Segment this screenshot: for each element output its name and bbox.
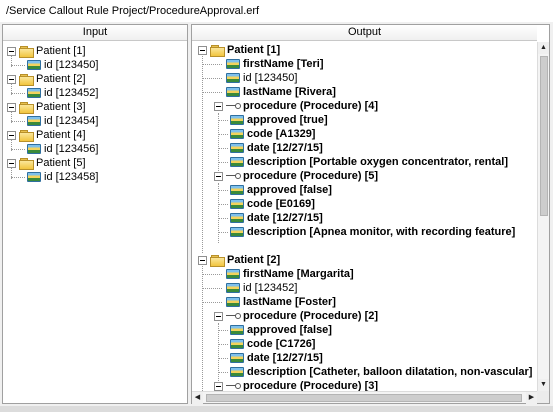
scroll-up-icon[interactable]: ▲ [538, 42, 549, 54]
output-field-row[interactable]: id [123450] [226, 71, 297, 85]
input-field-row[interactable]: id [123454] [27, 114, 98, 128]
scroll-corner [537, 391, 549, 403]
field-icon [230, 213, 244, 223]
output-field-row[interactable]: id [123452] [226, 281, 297, 295]
minus-icon[interactable] [7, 46, 16, 56]
field-icon [230, 227, 244, 237]
minus-icon[interactable] [7, 130, 16, 140]
input-column-header[interactable]: Input [3, 25, 187, 41]
scroll-down-icon[interactable]: ▼ [538, 379, 549, 391]
input-field-row[interactable]: id [123458] [27, 170, 98, 184]
field-icon [230, 325, 244, 335]
input-patient-row[interactable]: Patient [1] [7, 44, 86, 58]
scroll-left-icon[interactable]: ◀ [192, 392, 203, 404]
field-icon [230, 115, 244, 125]
input-patient-row[interactable]: Patient [3] [7, 100, 86, 114]
folder-icon [19, 73, 34, 86]
minus-icon[interactable] [214, 381, 223, 391]
tree-node-icon [226, 171, 241, 181]
output-field-row[interactable]: code [E0169] [230, 197, 315, 211]
input-field-row[interactable]: id [123452] [27, 86, 98, 100]
bottom-edge [0, 406, 553, 412]
horizontal-scroll-thumb[interactable] [206, 394, 522, 402]
output-procedure-row[interactable]: procedure (Procedure) [5] [214, 169, 378, 183]
field-icon [27, 88, 41, 98]
output-procedure-row[interactable]: procedure (Procedure) [2] [214, 309, 378, 323]
field-icon [226, 59, 240, 69]
folder-icon [210, 44, 225, 57]
output-field-row[interactable]: approved [false] [230, 183, 332, 197]
field-icon [230, 367, 244, 377]
vertical-scroll-thumb[interactable] [540, 56, 548, 216]
output-field-row[interactable]: date [12/27/15] [230, 211, 323, 225]
folder-icon [19, 101, 34, 114]
folder-icon [19, 157, 34, 170]
field-icon [226, 269, 240, 279]
minus-icon[interactable] [214, 171, 223, 181]
minus-icon[interactable] [198, 255, 207, 265]
output-patient-row[interactable]: Patient [2] [198, 253, 280, 267]
tree-node-icon [226, 381, 241, 391]
field-icon [27, 144, 41, 154]
input-field-row[interactable]: id [123450] [27, 58, 98, 72]
field-icon [226, 283, 240, 293]
output-field-row[interactable]: code [C1726] [230, 337, 315, 351]
output-field-row[interactable]: firstName [Teri] [226, 57, 323, 71]
output-field-row[interactable]: approved [false] [230, 323, 332, 337]
field-icon [226, 73, 240, 83]
field-icon [27, 172, 41, 182]
output-field-row[interactable]: lastName [Foster] [226, 295, 336, 309]
field-icon [230, 143, 244, 153]
output-column-header[interactable]: Output [192, 25, 537, 41]
minus-icon[interactable] [198, 45, 207, 55]
field-icon [226, 87, 240, 97]
output-patient-row[interactable]: Patient [1] [198, 43, 280, 57]
field-icon [230, 157, 244, 167]
minus-icon[interactable] [214, 311, 223, 321]
output-field-row[interactable]: lastName [Rivera] [226, 85, 336, 99]
output-field-row[interactable]: code [A1329] [230, 127, 315, 141]
minus-icon[interactable] [7, 158, 16, 168]
field-icon [230, 353, 244, 363]
horizontal-scrollbar[interactable]: ◀ ▶ [192, 391, 549, 404]
output-field-row[interactable]: description [Apnea monitor, with recordi… [230, 225, 515, 239]
folder-icon [210, 254, 225, 267]
field-icon [230, 339, 244, 349]
minus-icon[interactable] [7, 74, 16, 84]
vertical-scrollbar[interactable]: ▲ ▼ [537, 42, 549, 391]
output-field-row[interactable]: approved [true] [230, 113, 328, 127]
field-icon [27, 60, 41, 70]
input-patient-row[interactable]: Patient [4] [7, 128, 86, 142]
input-panel: Input Patient [1] id [123450] Patient [2… [2, 24, 188, 404]
field-icon [226, 297, 240, 307]
input-patient-row[interactable]: Patient [5] [7, 156, 86, 170]
output-field-row[interactable]: description [Catheter, balloon dilatatio… [230, 365, 532, 379]
file-path: /Service Callout Rule Project/ProcedureA… [0, 0, 553, 22]
output-panel: Output Patient [1] firstName [Teri] id [… [191, 24, 550, 404]
minus-icon[interactable] [7, 102, 16, 112]
scroll-right-icon[interactable]: ▶ [526, 392, 537, 404]
field-icon [230, 199, 244, 209]
field-icon [230, 185, 244, 195]
input-patient-row[interactable]: Patient [2] [7, 72, 86, 86]
folder-icon [19, 129, 34, 142]
field-icon [27, 116, 41, 126]
output-field-row[interactable]: date [12/27/15] [230, 351, 323, 365]
tree-node-icon [226, 101, 241, 111]
output-procedure-row[interactable]: procedure (Procedure) [4] [214, 99, 378, 113]
output-field-row[interactable]: date [12/27/15] [230, 141, 323, 155]
input-field-row[interactable]: id [123456] [27, 142, 98, 156]
field-icon [230, 129, 244, 139]
output-field-row[interactable]: description [Portable oxygen concentrato… [230, 155, 508, 169]
output-field-row[interactable]: firstName [Margarita] [226, 267, 354, 281]
minus-icon[interactable] [214, 101, 223, 111]
folder-icon [19, 45, 34, 58]
tree-node-icon [226, 311, 241, 321]
